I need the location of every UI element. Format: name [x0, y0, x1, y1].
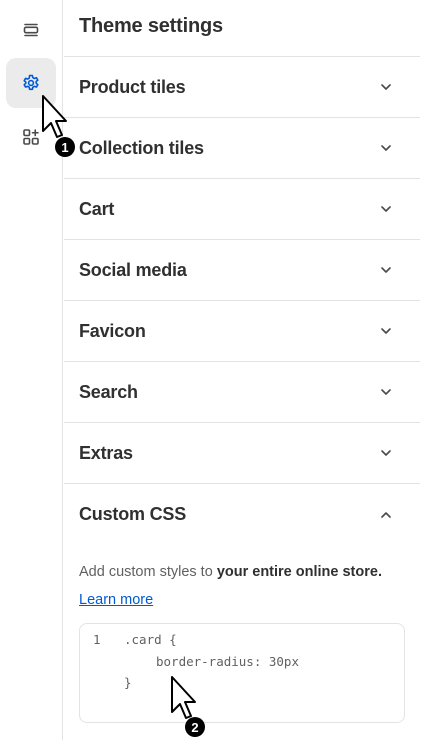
- theme-settings-panel: Theme settings Product tiles Collection …: [64, 0, 420, 740]
- chevron-down-icon: [381, 389, 391, 395]
- chevron-down-icon: [381, 328, 391, 334]
- section-label: Collection tiles: [79, 137, 204, 158]
- section-extras[interactable]: Extras: [64, 423, 420, 484]
- section-custom-css[interactable]: Custom CSS: [64, 484, 420, 545]
- chevron-down-icon: [381, 84, 391, 90]
- step-badge: 2: [185, 717, 205, 737]
- custom-css-description: Add custom styles to your entire online …: [79, 564, 382, 580]
- line-number: 1: [93, 632, 101, 647]
- step-badge: 1: [55, 137, 75, 157]
- section-label: Social media: [79, 259, 187, 280]
- section-collection-tiles[interactable]: Collection tiles: [64, 118, 420, 179]
- chevron-down-icon: [381, 145, 391, 151]
- add-apps-button[interactable]: [6, 112, 56, 162]
- chevron-down-icon: [381, 450, 391, 456]
- icon-rail: [0, 0, 63, 740]
- section-label: Cart: [79, 198, 115, 219]
- chevron-down-icon: [381, 267, 391, 273]
- section-label: Search: [79, 381, 138, 402]
- code-line: }: [124, 675, 132, 690]
- section-social-media[interactable]: Social media: [64, 240, 420, 301]
- section-label: Extras: [79, 442, 133, 463]
- section-product-tiles[interactable]: Product tiles: [64, 57, 420, 118]
- gear-icon: [21, 73, 41, 93]
- section-search[interactable]: Search: [64, 362, 420, 423]
- code-line: border-radius: 30px: [156, 654, 299, 669]
- section-cart[interactable]: Cart: [64, 179, 420, 240]
- sections-icon: [21, 20, 41, 40]
- page-title: Theme settings: [79, 15, 223, 37]
- code-line: .card {: [124, 632, 177, 647]
- section-label: Product tiles: [79, 76, 186, 97]
- sections-button[interactable]: [6, 5, 56, 55]
- chevron-down-icon: [381, 206, 391, 212]
- add-app-block-icon: [21, 127, 41, 147]
- section-favicon[interactable]: Favicon: [64, 301, 420, 362]
- css-code-editor[interactable]: 1 .card { border-radius: 30px }: [79, 623, 405, 723]
- learn-more-link[interactable]: Learn more: [79, 592, 153, 608]
- section-label: Custom CSS: [79, 504, 187, 524]
- chevron-up-icon: [381, 511, 391, 518]
- theme-settings-button[interactable]: [6, 58, 56, 108]
- section-label: Favicon: [79, 320, 146, 341]
